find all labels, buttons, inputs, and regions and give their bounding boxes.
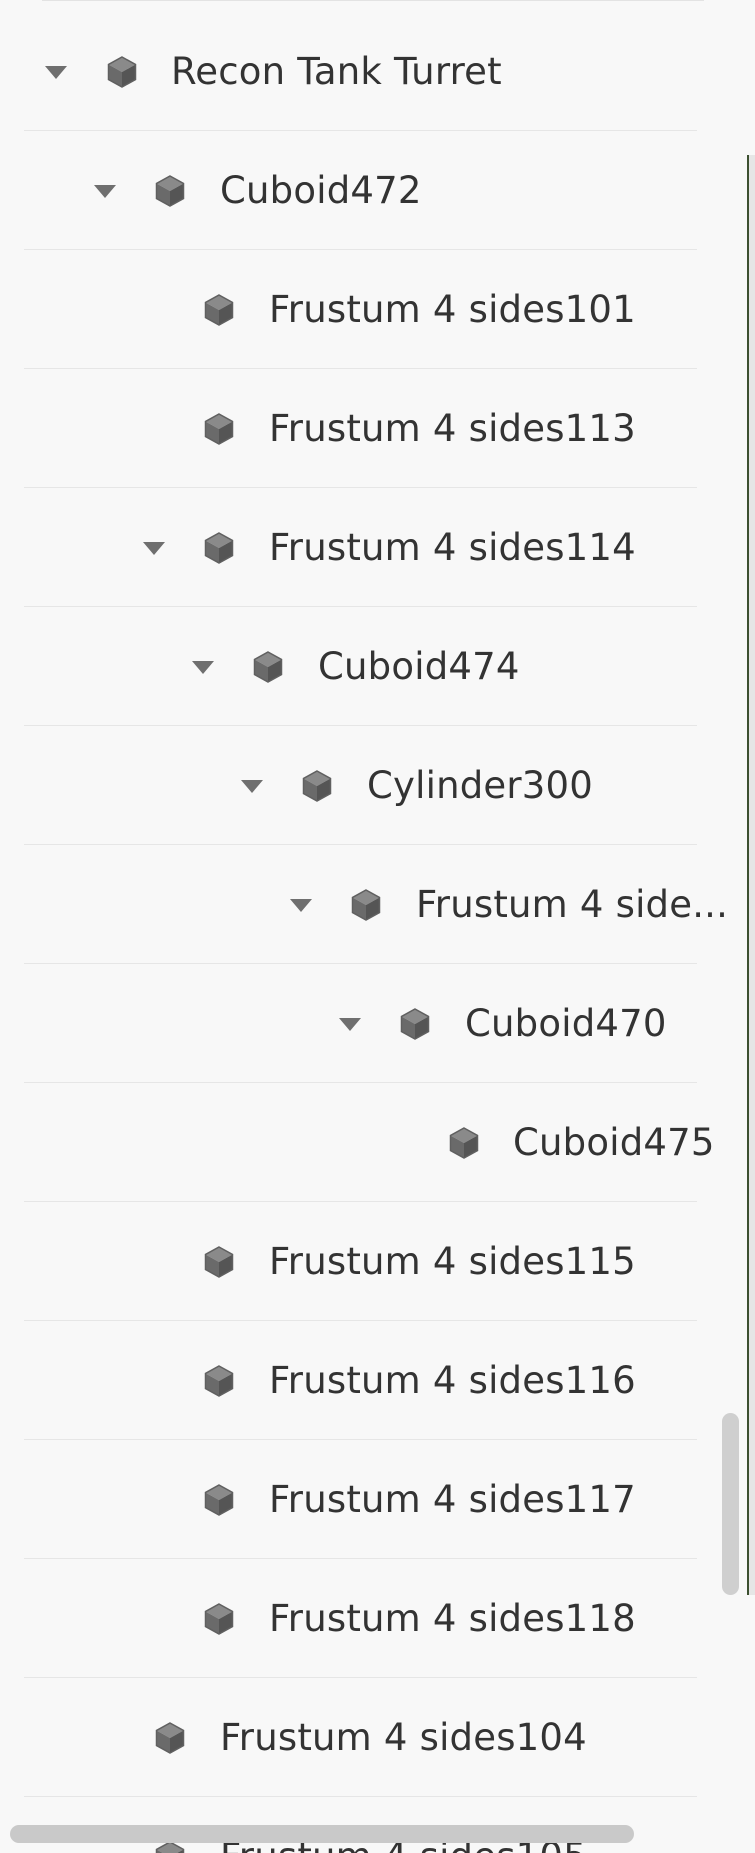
divider [42, 0, 704, 1]
tree-item-frustum-4-sides113[interactable]: Frustum 4 sides113 [0, 369, 755, 488]
viewport-edge [747, 155, 755, 1595]
tree-item-label: Cuboid472 [220, 169, 422, 212]
tree-item-label: Frustum 4 sides104 [220, 1716, 587, 1759]
tree-item-cuboid475[interactable]: Cuboid475 [0, 1083, 755, 1202]
cube-icon [204, 1484, 234, 1516]
tree-item-label: Frustum 4 sides118 [269, 1597, 636, 1640]
tree-item-cuboid470[interactable]: Cuboid470 [0, 964, 755, 1083]
tree-item-frustum-4-sides104[interactable]: Frustum 4 sides104 [0, 1678, 755, 1797]
cube-icon [449, 1127, 479, 1159]
cube-icon [302, 770, 332, 802]
tree-item-label: Recon Tank Turret [171, 50, 502, 93]
tree-item-label: Frustum 4 sides113 [269, 407, 636, 450]
tree-item-label: Cylinder300 [367, 764, 594, 807]
tree-item-frustum-4-sides-truncated[interactable]: Frustum 4 side... [0, 845, 755, 964]
chevron-down-icon[interactable] [143, 542, 165, 555]
tree-item-label: Frustum 4 sides115 [269, 1240, 636, 1283]
tree-item-label: Frustum 4 sides116 [269, 1359, 636, 1402]
cube-icon [107, 56, 137, 88]
chevron-down-icon[interactable] [45, 66, 67, 79]
chevron-down-icon[interactable] [339, 1018, 361, 1031]
tree-item-frustum-4-sides101[interactable]: Frustum 4 sides101 [0, 250, 755, 369]
outliner-panel: Recon Tank Turret Cuboid472 Frustum 4 si… [0, 0, 755, 1853]
cube-icon [204, 532, 234, 564]
tree-item-label: Frustum 4 side... [416, 883, 729, 926]
tree-item-frustum-4-sides115[interactable]: Frustum 4 sides115 [0, 1202, 755, 1321]
cube-icon [204, 1246, 234, 1278]
tree-item-label: Cuboid470 [465, 1002, 667, 1045]
vertical-scrollbar[interactable] [722, 1413, 739, 1595]
outliner-tree: Recon Tank Turret Cuboid472 Frustum 4 si… [0, 12, 755, 1853]
tree-item-cylinder300[interactable]: Cylinder300 [0, 726, 755, 845]
cube-icon [155, 175, 185, 207]
tree-item-cuboid472[interactable]: Cuboid472 [0, 131, 755, 250]
chevron-down-icon[interactable] [94, 185, 116, 198]
cube-icon [400, 1008, 430, 1040]
tree-item-frustum-4-sides118[interactable]: Frustum 4 sides118 [0, 1559, 755, 1678]
tree-item-label: Cuboid474 [318, 645, 520, 688]
tree-item-frustum-4-sides117[interactable]: Frustum 4 sides117 [0, 1440, 755, 1559]
tree-item-frustum-4-sides114[interactable]: Frustum 4 sides114 [0, 488, 755, 607]
cube-icon [253, 651, 283, 683]
chevron-down-icon[interactable] [192, 661, 214, 674]
tree-item-cuboid474[interactable]: Cuboid474 [0, 607, 755, 726]
cube-icon [204, 413, 234, 445]
chevron-down-icon[interactable] [290, 899, 312, 912]
cube-icon [204, 294, 234, 326]
chevron-down-icon[interactable] [241, 780, 263, 793]
tree-item-frustum-4-sides116[interactable]: Frustum 4 sides116 [0, 1321, 755, 1440]
cube-icon [204, 1365, 234, 1397]
tree-item-label: Frustum 4 sides101 [269, 288, 636, 331]
tree-item-label: Cuboid475 [513, 1121, 715, 1164]
horizontal-scrollbar[interactable] [10, 1825, 634, 1843]
tree-item-label: Frustum 4 sides114 [269, 526, 636, 569]
tree-item-recon-tank-turret[interactable]: Recon Tank Turret [0, 12, 755, 131]
cube-icon [204, 1603, 234, 1635]
cube-icon [155, 1722, 185, 1754]
cube-icon [351, 889, 381, 921]
tree-item-label: Frustum 4 sides117 [269, 1478, 636, 1521]
